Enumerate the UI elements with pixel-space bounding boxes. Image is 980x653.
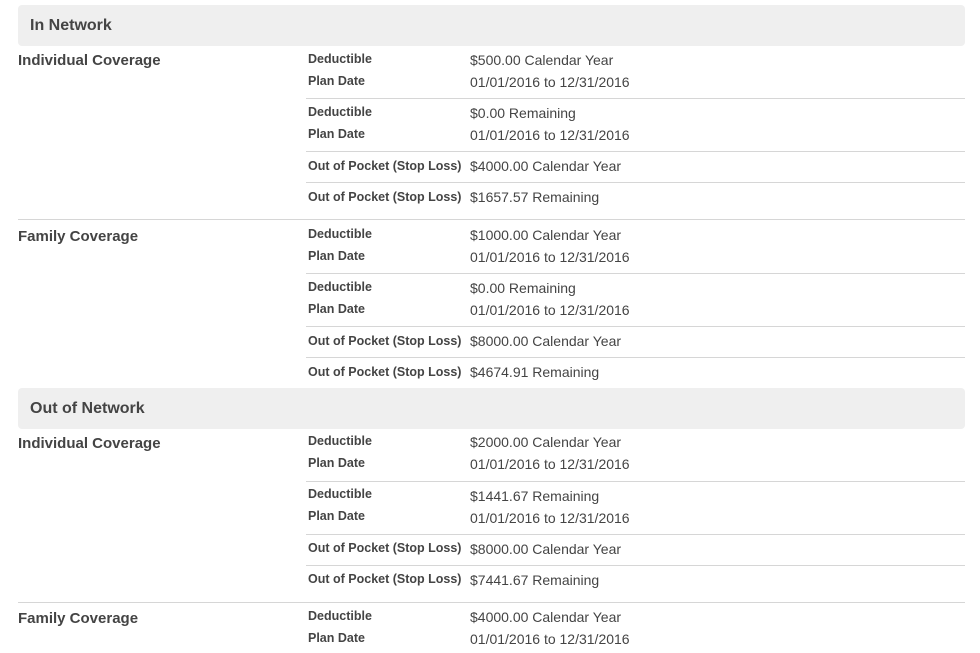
row-value: $7441.67 Remaining [470,572,600,588]
row-divider [306,565,965,566]
row-label: Deductible [308,609,372,623]
benefits-summary: In Network Individual Coverage Deductibl… [0,0,980,653]
row-label: Out of Pocket (Stop Loss) [308,572,462,586]
row-label: Out of Pocket (Stop Loss) [308,541,462,555]
row-label: Plan Date [308,509,365,523]
row-divider [306,357,965,358]
section-header-out-of-network: Out of Network [18,388,965,429]
row-label: Out of Pocket (Stop Loss) [308,365,462,379]
row-divider [306,98,965,99]
row-label: Plan Date [308,74,365,88]
coverage-divider [18,219,965,220]
row-value: 01/01/2016 to 12/31/2016 [470,127,630,143]
row-divider [306,273,965,274]
row-label: Deductible [308,487,372,501]
row-label: Out of Pocket (Stop Loss) [308,190,462,204]
row-label: Out of Pocket (Stop Loss) [308,159,462,173]
row-value: $1000.00 Calendar Year [470,227,622,243]
row-divider [306,182,965,183]
row-value: $2000.00 Calendar Year [470,434,622,450]
row-divider [306,151,965,152]
row-value: $4674.91 Remaining [470,364,600,380]
row-label: Deductible [308,105,372,119]
row-value: 01/01/2016 to 12/31/2016 [470,249,630,265]
row-value: 01/01/2016 to 12/31/2016 [470,456,630,472]
section-title: In Network [30,16,112,34]
row-divider [306,326,965,327]
row-label: Plan Date [308,127,365,141]
row-value: 01/01/2016 to 12/31/2016 [470,631,630,647]
row-divider [306,534,965,535]
row-label: Plan Date [308,302,365,316]
row-value: $4000.00 Calendar Year [470,158,622,174]
row-value: $8000.00 Calendar Year [470,333,622,349]
row-value: $0.00 Remaining [470,105,576,121]
section-header-in-network: In Network [18,5,965,46]
row-value: 01/01/2016 to 12/31/2016 [470,74,630,90]
row-label: Deductible [308,227,372,241]
row-value: $1441.67 Remaining [470,488,600,504]
row-label: Plan Date [308,456,365,470]
row-value: $500.00 Calendar Year [470,52,614,68]
row-label: Out of Pocket (Stop Loss) [308,334,462,348]
row-label: Deductible [308,52,372,66]
row-value: 01/01/2016 to 12/31/2016 [470,302,630,318]
coverage-label-individual: Individual Coverage [18,435,161,452]
row-value: $1657.57 Remaining [470,189,600,205]
row-label: Plan Date [308,249,365,263]
row-value: 01/01/2016 to 12/31/2016 [470,510,630,526]
coverage-label-individual: Individual Coverage [18,52,161,69]
coverage-divider [18,602,965,603]
row-value: $0.00 Remaining [470,280,576,296]
coverage-label-family: Family Coverage [18,228,139,245]
coverage-label-family: Family Coverage [18,610,139,627]
row-value: $4000.00 Calendar Year [470,609,622,625]
row-label: Deductible [308,280,372,294]
row-value: $8000.00 Calendar Year [470,541,622,557]
section-title: Out of Network [30,399,145,417]
row-label: Plan Date [308,631,365,645]
row-divider [306,481,965,482]
row-label: Deductible [308,434,372,448]
